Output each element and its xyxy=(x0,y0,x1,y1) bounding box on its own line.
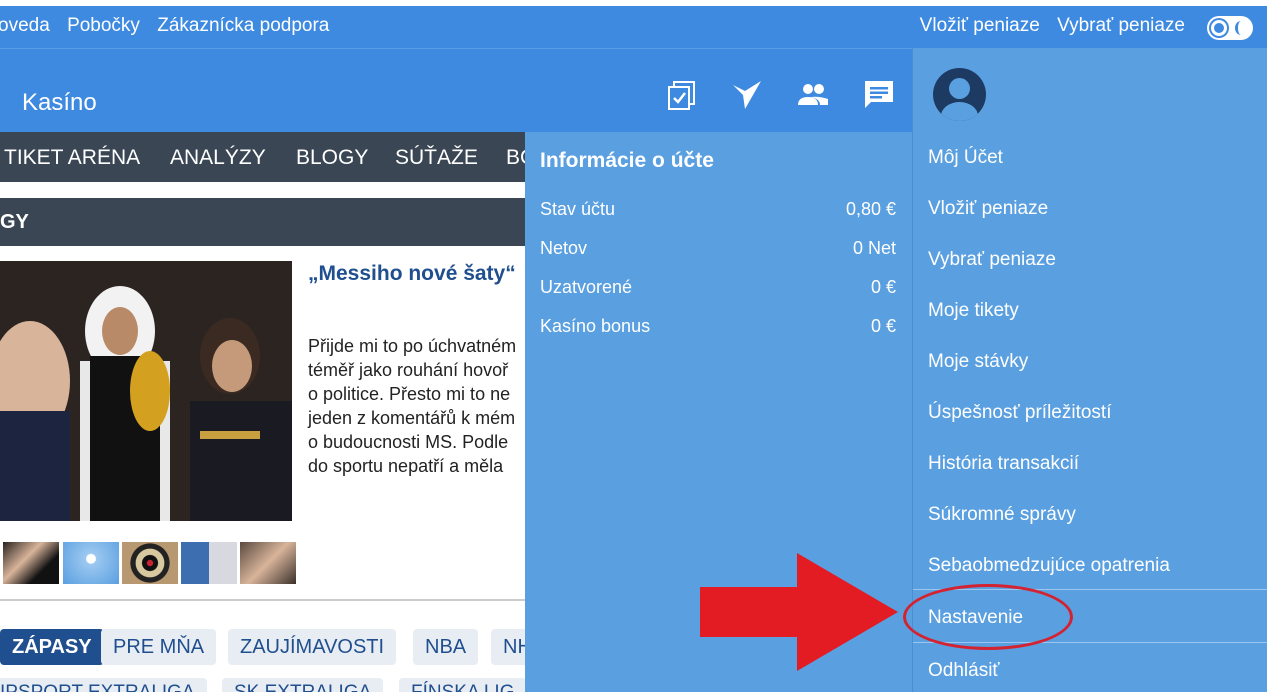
toggle-knob-icon xyxy=(1211,20,1227,36)
excerpt-line: do sportu nepatří a měla xyxy=(308,456,504,476)
menu-item-withdraw[interactable]: Vybrať peniaze xyxy=(928,249,1056,271)
excerpt-line: Přijde mi to po úchvatném xyxy=(308,336,517,356)
content-divider xyxy=(0,599,530,601)
article-image[interactable] xyxy=(0,261,292,521)
menu-item-my-tickets[interactable]: Moje tikety xyxy=(928,300,1019,322)
menu-item-my-account[interactable]: Môj Účet xyxy=(928,147,1003,169)
tickets-icon[interactable] xyxy=(666,79,698,111)
top-links-right: Vložiť peniaze Vybrať peniaze xyxy=(908,15,1185,37)
thumbnail-napady[interactable] xyxy=(63,542,119,584)
row-value: 0 € xyxy=(870,316,896,336)
user-avatar-icon[interactable] xyxy=(933,68,986,121)
chip-nba[interactable]: NBA xyxy=(413,629,479,665)
menu-item-logout[interactable]: Odhlásiť xyxy=(928,660,1000,682)
chat-icon[interactable] xyxy=(863,79,895,111)
account-row-net: Netov 0 Net xyxy=(540,238,896,259)
chip-zapasy[interactable]: ZÁPASY xyxy=(0,629,104,665)
deposit-link[interactable]: Vložiť peniaze xyxy=(920,15,1040,36)
row-value: 0 € xyxy=(870,277,896,297)
excerpt-line: o politice. Přesto mi to ne xyxy=(308,384,511,404)
casino-link[interactable]: Kasíno xyxy=(22,89,97,117)
red-circle-annotation xyxy=(903,584,1073,650)
excerpt-line: o budoucnosti MS. Podle xyxy=(308,432,509,452)
nav-item-tiket-arena[interactable]: TIKET ARÉNA xyxy=(4,146,140,170)
branches-link[interactable]: Pobočky xyxy=(67,15,140,36)
thumbnail-messi[interactable] xyxy=(3,542,59,584)
moon-icon xyxy=(1235,21,1247,35)
thumbnail-ceremony[interactable] xyxy=(240,542,296,584)
help-link[interactable]: oveda xyxy=(0,15,50,36)
top-links-left: oveda Pobočky Zákaznícka podpora xyxy=(0,15,341,37)
menu-item-success-rate[interactable]: Úspešnosť príležitostí xyxy=(928,402,1111,424)
row-label: Netov xyxy=(540,238,588,258)
trophy-ceremony-photo xyxy=(0,261,292,521)
section-title: GY xyxy=(0,211,29,233)
avatar-head xyxy=(949,78,970,99)
account-info-title: Informácie o účte xyxy=(540,149,714,172)
section-header: GY xyxy=(0,198,530,246)
chip-finska-liga[interactable]: FÍNSKA LIG xyxy=(399,678,527,692)
excerpt-line: jeden z komentářů k mém xyxy=(308,408,516,428)
chip-pre-mna[interactable]: PRE MŇA xyxy=(101,629,217,665)
checkmark-bet-icon[interactable] xyxy=(731,79,763,111)
row-value: 0 Net xyxy=(852,238,896,258)
thumbnail-darts[interactable] xyxy=(122,542,178,584)
menu-item-self-limits[interactable]: Sebaobmedzujúce opatrenia xyxy=(928,555,1170,577)
menu-item-deposit[interactable]: Vložiť peniaze xyxy=(928,198,1048,220)
row-label: Uzatvorené xyxy=(540,277,633,297)
withdraw-link[interactable]: Vybrať peniaze xyxy=(1057,15,1185,36)
row-label: Stav účtu xyxy=(540,199,616,219)
account-row-casino-bonus: Kasíno bonus 0 € xyxy=(540,316,896,337)
nav-item-blogy[interactable]: BLOGY xyxy=(296,146,368,170)
row-value: 0,80 € xyxy=(845,199,896,219)
top-bar: oveda Pobočky Zákaznícka podpora Vložiť … xyxy=(0,0,1267,48)
people-icon[interactable] xyxy=(797,79,829,111)
chip-zaujimavosti[interactable]: ZAUJÍMAVOSTI xyxy=(228,629,397,665)
article-title[interactable]: „Messiho nové šaty“ xyxy=(308,262,516,286)
main-nav: TIKET ARÉNA ANALÝZY BLOGY SÚŤAŽE BC xyxy=(0,132,535,182)
chip-ipsport-extraliga[interactable]: IPSPORT EXTRALIGA xyxy=(0,678,207,692)
excerpt-line: téměř jako rouhání hovoř xyxy=(308,360,509,380)
menu-item-my-bets[interactable]: Moje stávky xyxy=(928,351,1028,373)
menu-item-transactions[interactable]: História transakcií xyxy=(928,453,1079,475)
thumbnail-survivor[interactable] xyxy=(181,542,237,584)
avatar-body xyxy=(941,102,978,121)
customer-support-link[interactable]: Zákaznícka podpora xyxy=(157,15,329,36)
chip-sk-extraliga[interactable]: SK EXTRALIGA xyxy=(222,678,384,692)
dark-mode-toggle[interactable] xyxy=(1207,16,1253,40)
nav-item-analyzy[interactable]: ANALÝZY xyxy=(170,146,266,170)
menu-item-private-messages[interactable]: Súkromné správy xyxy=(928,504,1076,526)
nav-item-sutaze[interactable]: SÚŤAŽE xyxy=(395,146,478,170)
row-label: Kasíno bonus xyxy=(540,316,651,336)
account-row-balance: Stav účtu 0,80 € xyxy=(540,199,896,220)
red-arrow-annotation-icon xyxy=(700,553,898,671)
article-excerpt: Přijde mi to po úchvatném téměř jako rou… xyxy=(308,334,538,478)
account-row-closed: Uzatvorené 0 € xyxy=(540,277,896,298)
